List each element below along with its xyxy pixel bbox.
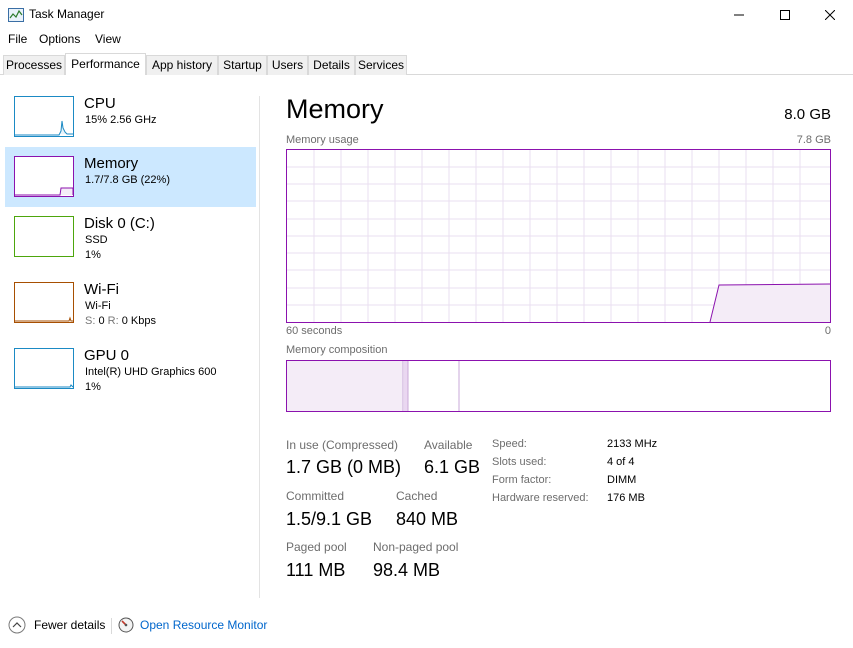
page-title: Memory [286,94,384,124]
spec-speed-value: 2133 MHz [607,438,658,450]
tab-bar: Processes Performance App history Startu… [0,53,853,75]
panel-divider[interactable] [259,96,260,598]
gpu-thumbnail-graph [14,348,74,389]
memory-usage-max: 7.8 GB [796,134,831,146]
title-bar: Task Manager [0,0,853,30]
sidebar-item-detail: Intel(R) UHD Graphics 600 [85,366,217,378]
sidebar-item-detail: 15% 2.56 GHz [85,114,157,126]
committed-label: Committed [286,489,345,503]
memory-usage-chart [287,150,831,323]
sidebar-item-detail: Wi-Fi [85,300,111,312]
composition-modified [404,361,408,411]
tab-details[interactable]: Details [308,55,355,75]
chevron-up-icon [8,616,26,634]
sidebar-item-name: Memory [84,155,139,172]
sidebar-item-name: Disk 0 (C:) [84,215,155,232]
memory-composition-bar[interactable] [286,360,831,412]
open-resource-monitor-link[interactable]: Open Resource Monitor [118,616,278,634]
menu-view[interactable]: View [95,32,121,46]
sidebar-item-detail: 1% [85,249,101,261]
in-use-value: 1.7 GB (0 MB) [286,457,402,477]
fewer-details-label: Fewer details [34,618,106,632]
memory-usage-graph [286,149,831,323]
available-label: Available [424,438,473,452]
sidebar-item-detail-rates: S: 0 R: 0 Kbps [85,315,156,327]
tab-processes[interactable]: Processes [3,55,65,75]
spec-hw-reserved-value: 176 MB [607,492,645,504]
fewer-details-button[interactable]: Fewer details [8,616,106,634]
tab-performance[interactable]: Performance [65,53,146,75]
spec-speed-label: Speed: [492,438,527,450]
sidebar-item-name: GPU 0 [84,347,130,364]
time-axis-end: 0 [824,325,831,337]
open-resource-monitor-label: Open Resource Monitor [140,618,268,632]
spec-hw-reserved-label: Hardware reserved: [492,492,589,504]
paged-pool-label: Paged pool [286,540,347,554]
sidebar-item-disk[interactable]: Disk 0 (C:) SSD 1% [5,210,256,270]
time-axis-start: 60 seconds [286,325,343,337]
minimize-icon [734,14,744,16]
sidebar-item-name: CPU [84,95,116,112]
spec-form-factor-label: Form factor: [492,474,552,486]
sidebar-item-name: Wi-Fi [84,281,119,298]
sidebar-item-detail: 1.7/7.8 GB (22%) [85,174,170,186]
cpu-thumbnail-graph [14,96,74,137]
sidebar-item-gpu[interactable]: GPU 0 Intel(R) UHD Graphics 600 1% [5,342,256,402]
sidebar-item-wifi[interactable]: Wi-Fi Wi-Fi S: 0 R: 0 Kbps [5,276,256,336]
menu-bar: File Options View [0,30,853,50]
memory-capacity: 8.0 GB [784,106,831,123]
spec-form-factor-value: DIMM [607,474,637,486]
sidebar-item-memory[interactable]: Memory 1.7/7.8 GB (22%) [5,147,256,207]
menu-options[interactable]: Options [39,32,80,46]
resource-monitor-icon [118,617,134,633]
performance-sidebar: CPU 15% 2.56 GHz Memory 1.7/7.8 GB (22%)… [0,90,260,600]
task-manager-icon [8,8,24,22]
sidebar-item-detail: 1% [85,381,101,393]
tab-app-history[interactable]: App history [146,55,218,75]
sidebar-item-cpu[interactable]: CPU 15% 2.56 GHz [5,90,256,150]
memory-thumbnail-graph [14,156,74,197]
footer-divider [111,618,112,634]
sidebar-item-detail: SSD [85,234,108,246]
memory-composition-label: Memory composition [286,344,388,356]
tab-services[interactable]: Services [355,55,407,75]
spec-slots-label: Slots used: [492,456,547,468]
committed-value: 1.5/9.1 GB [286,509,373,529]
footer-bar: Fewer details Open Resource Monitor [0,610,853,640]
maximize-button[interactable] [762,0,808,30]
composition-in-use [287,361,403,411]
wifi-thumbnail-graph [14,282,74,323]
menu-file[interactable]: File [8,32,27,46]
tab-users[interactable]: Users [267,55,308,75]
nonpaged-pool-value: 98.4 MB [373,560,441,580]
nonpaged-pool-label: Non-paged pool [373,540,459,554]
close-button[interactable] [807,0,853,30]
window-title: Task Manager [29,7,105,21]
in-use-label: In use (Compressed) [286,438,399,452]
close-icon [825,10,835,20]
memory-usage-label: Memory usage [286,134,359,146]
available-value: 6.1 GB [424,457,481,477]
paged-pool-value: 111 MB [286,560,346,580]
tab-startup[interactable]: Startup [218,55,267,75]
cached-value: 840 MB [396,509,459,529]
spec-slots-value: 4 of 4 [607,456,635,468]
cached-label: Cached [396,489,438,503]
disk-thumbnail-graph [14,216,74,257]
maximize-icon [780,10,790,20]
minimize-button[interactable] [716,0,762,30]
